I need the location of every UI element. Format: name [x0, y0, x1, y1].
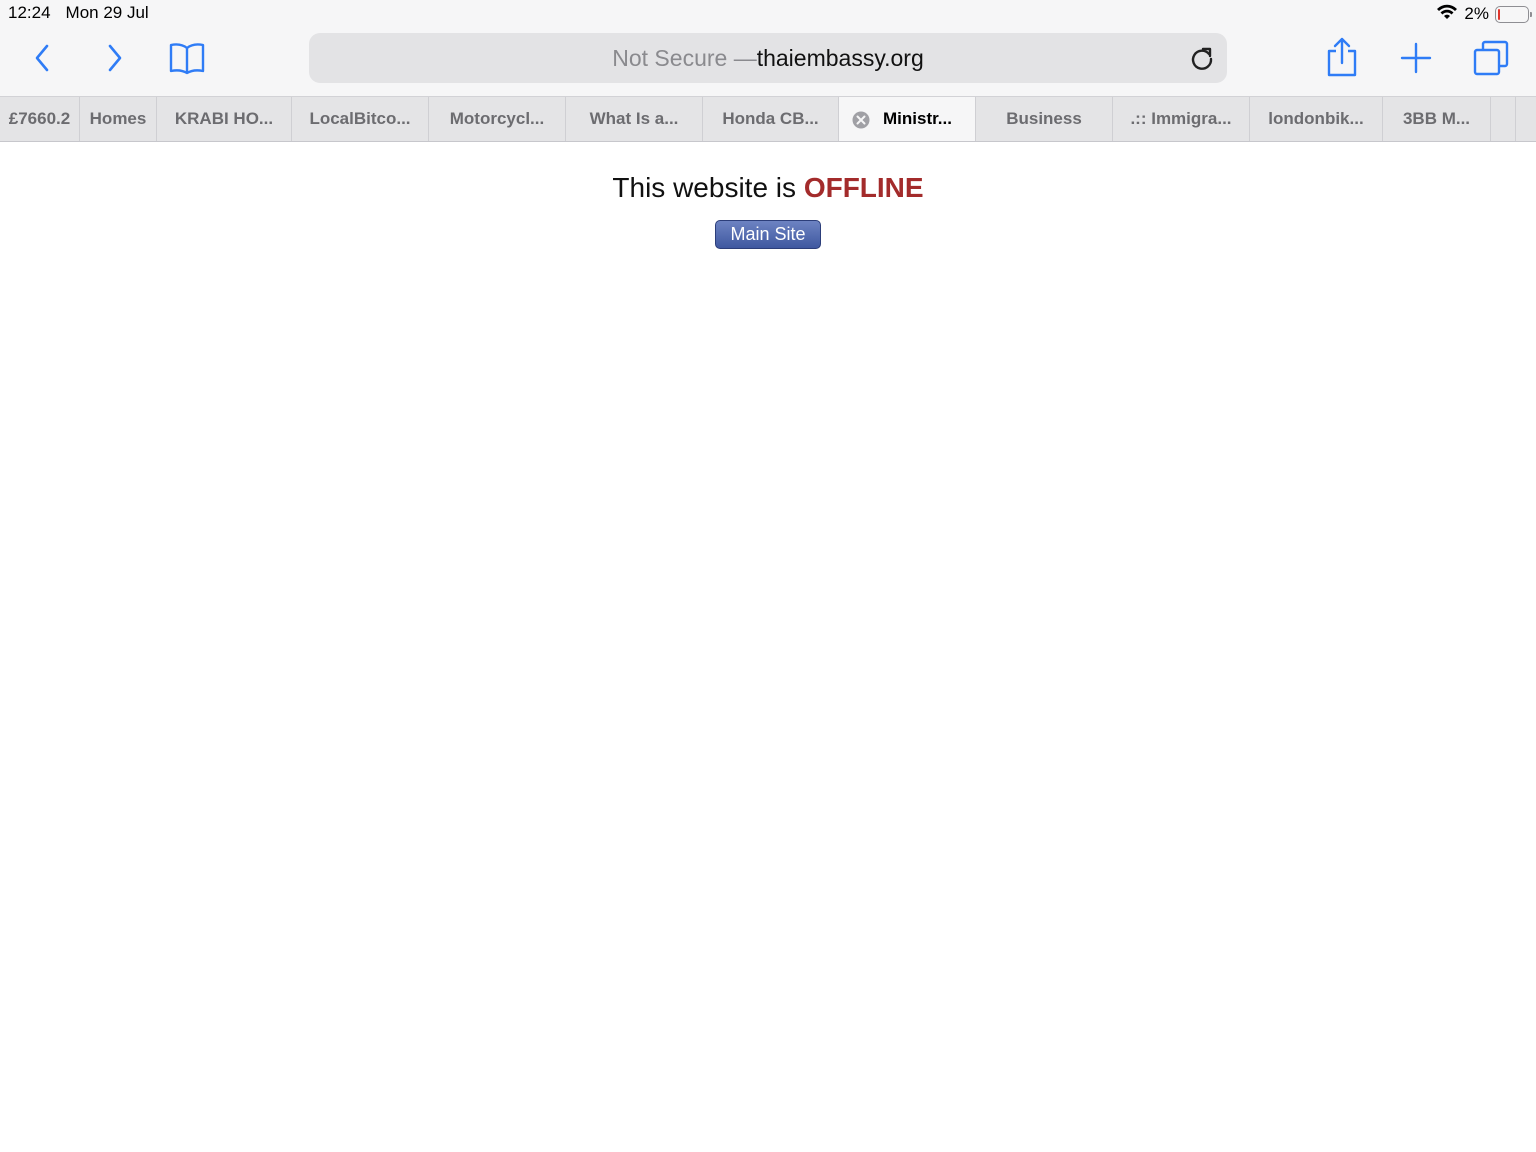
tab[interactable]: What Is a... — [566, 97, 703, 141]
browser-chrome: 12:24 Mon 29 Jul 2% Not Secure — thaiemb… — [0, 0, 1536, 142]
offline-heading: This website is OFFLINE — [0, 172, 1536, 204]
tab[interactable]: .:: Immigra... — [1113, 97, 1250, 141]
status-left: 12:24 Mon 29 Jul — [8, 3, 149, 23]
tab-label: londonbik... — [1268, 109, 1364, 128]
tab-label: LocalBitco... — [309, 109, 411, 128]
heading-prefix: This website is — [612, 172, 804, 203]
tab-label: KRABI HO... — [174, 109, 274, 128]
new-tab-button[interactable] — [1394, 38, 1438, 78]
tab[interactable]: Motorcycl... — [429, 97, 566, 141]
tab[interactable] — [1491, 97, 1516, 141]
tabs-icon — [1473, 40, 1509, 76]
tab[interactable]: Homes — [80, 97, 157, 141]
book-icon — [169, 43, 205, 75]
reload-button[interactable] — [1187, 43, 1217, 73]
tab-strip: £7660.2 Homes KRABI HO... LocalBitco... … — [0, 96, 1536, 142]
wifi-icon — [1436, 3, 1458, 25]
tab-active[interactable]: Ministr... — [839, 97, 976, 141]
battery-percent: 2% — [1464, 4, 1489, 23]
plus-icon — [1400, 42, 1432, 74]
tab[interactable]: £7660.2 — [0, 97, 80, 141]
tab-label: .:: Immigra... — [1130, 109, 1232, 128]
tab[interactable]: KRABI HO... — [157, 97, 292, 141]
close-tab-button[interactable] — [852, 111, 870, 134]
battery-icon — [1495, 5, 1532, 23]
chevron-right-icon — [108, 44, 122, 72]
tab-label: Ministr... — [883, 109, 952, 128]
share-icon — [1327, 37, 1357, 77]
tab-label: Honda CB... — [722, 109, 819, 128]
tab[interactable]: Business — [976, 97, 1113, 141]
tab-label: Business — [1006, 109, 1082, 128]
tab[interactable]: londonbik... — [1250, 97, 1383, 141]
tab-label: 3BB M... — [1402, 109, 1471, 128]
chevron-left-icon — [35, 44, 49, 72]
main-site-button[interactable]: Main Site — [715, 220, 821, 249]
status-time: 12:24 — [8, 3, 51, 22]
back-button[interactable] — [24, 38, 60, 78]
security-label: Not Secure — — [612, 44, 757, 71]
close-icon — [852, 111, 870, 129]
tab-label: What Is a... — [589, 109, 679, 128]
tab[interactable] — [1516, 97, 1536, 141]
status-right: 2% — [1436, 3, 1532, 25]
reload-icon — [1191, 47, 1213, 70]
offline-status: OFFLINE — [803, 172, 924, 203]
tab-label: Motorcycl... — [449, 109, 545, 128]
forward-button[interactable] — [97, 38, 133, 78]
tabs-overview-button[interactable] — [1469, 36, 1513, 80]
bookmarks-button[interactable] — [165, 38, 209, 78]
status-date: Mon 29 Jul — [65, 3, 149, 22]
address-domain: thaiembassy.org — [756, 44, 924, 71]
tab[interactable]: LocalBitco... — [292, 97, 429, 141]
tab-label: Homes — [89, 109, 147, 128]
status-bar: 12:24 Mon 29 Jul 2% — [0, 0, 1536, 28]
battery-level — [1498, 8, 1500, 20]
tab-label: £7660.2 — [8, 109, 71, 128]
web-page: This website is OFFLINE Main Site — [0, 142, 1536, 1152]
tab[interactable]: 3BB M... — [1383, 97, 1491, 141]
address-bar[interactable]: Not Secure — thaiembassy.org — [309, 33, 1227, 83]
tab[interactable]: Honda CB... — [703, 97, 839, 141]
share-button[interactable] — [1320, 34, 1364, 80]
browser-toolbar: Not Secure — thaiembassy.org — [0, 28, 1536, 96]
